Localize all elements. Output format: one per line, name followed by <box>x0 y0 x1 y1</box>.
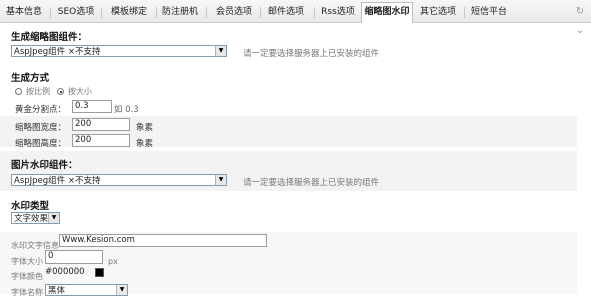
tab-template-binding[interactable]: 模板绑定 <box>106 3 152 22</box>
ratio-radio-label: 按比例 <box>26 87 50 96</box>
font-size-label: 字体大小 <box>11 257 43 266</box>
thumb-component-heading: 生成缩略图组件： <box>11 32 88 43</box>
tab-anti-register[interactable]: 防注册机 <box>160 3 200 22</box>
size-radio-label: 按大小 <box>68 87 92 96</box>
thumb-component-select[interactable]: AspJpeg组件 ×不支持 ▼ <box>11 45 227 57</box>
tab-separator <box>314 7 315 18</box>
tab-separator <box>101 7 102 18</box>
thumb-height-unit: 象素 <box>136 139 154 149</box>
chevron-down-icon: ▼ <box>215 175 226 185</box>
tab-seo[interactable]: SEO选项 <box>55 3 97 22</box>
watermark-component-hint: 请一定要选择服务器上已安装的组件 <box>243 178 380 188</box>
thumb-component-value: AspJpeg组件 ×不支持 <box>14 47 101 57</box>
thumb-width-input[interactable]: 200 <box>72 118 130 131</box>
watermark-type-heading: 水印类型 <box>11 201 50 212</box>
golden-ratio-input[interactable]: 0.3 <box>72 100 112 113</box>
ratio-radio[interactable] <box>15 88 22 95</box>
font-color-input[interactable]: #000000 <box>43 267 91 280</box>
watermark-component-select[interactable]: AspJpeg组件 ×不支持 ▼ <box>11 174 227 186</box>
tab-basic-info[interactable]: 基本信息 <box>4 3 44 22</box>
color-swatch[interactable] <box>95 268 104 277</box>
generate-mode-heading: 生成方式 <box>11 73 50 84</box>
font-size-unit: px <box>108 257 118 266</box>
tab-member-options[interactable]: 会员选项 <box>211 3 257 22</box>
tab-separator <box>464 7 465 18</box>
watermark-type-select[interactable]: 文字效果 ▼ <box>11 212 60 224</box>
thumb-height-label: 缩略图高度： <box>15 139 67 149</box>
watermark-component-value: AspJpeg组件 ×不支持 <box>14 176 101 186</box>
golden-ratio-label: 黄金分割点： <box>15 105 67 115</box>
tab-separator <box>156 7 157 18</box>
size-radio[interactable] <box>57 88 64 95</box>
tab-separator <box>206 7 207 18</box>
chevron-down-icon: ▼ <box>48 213 59 223</box>
tab-separator <box>50 7 51 18</box>
thumb-height-input[interactable]: 200 <box>72 134 130 147</box>
tab-separator <box>260 7 261 18</box>
golden-ratio-example: 如 0.3 <box>114 105 139 115</box>
chevron-down-icon: ▼ <box>215 46 226 56</box>
thumb-component-hint: 请一定要选择服务器上已安装的组件 <box>243 49 380 59</box>
tab-other-options[interactable]: 其它选项 <box>418 3 458 22</box>
thumb-width-unit: 象素 <box>136 123 154 133</box>
tab-rss-options[interactable]: Rss选项 <box>318 3 358 22</box>
font-name-select[interactable]: 黑体 ▼ <box>45 284 128 296</box>
refresh-icon[interactable]: ↻ <box>575 7 585 17</box>
tab-bar: 基本信息 SEO选项 模板绑定 防注册机 会员选项 邮件选项 Rss选项 缩略图… <box>0 0 591 24</box>
font-color-label: 字体颜色 <box>11 272 43 281</box>
font-name-label: 字体名称 <box>11 288 43 297</box>
tab-mail-options[interactable]: 邮件选项 <box>263 3 309 22</box>
watermark-component-heading: 图片水印组件： <box>11 160 78 171</box>
tab-thumbnail-watermark[interactable]: 缩略图水印 <box>361 2 413 24</box>
tab-sms-platform[interactable]: 短信平台 <box>469 3 509 22</box>
watermark-type-value: 文字效果 <box>14 214 49 224</box>
thumb-width-label: 缩略图宽度： <box>15 123 67 133</box>
font-size-input[interactable]: 0 <box>45 250 103 264</box>
font-name-value: 黑体 <box>48 286 66 296</box>
watermark-text-input[interactable]: Www.Kesion.com <box>59 234 267 247</box>
